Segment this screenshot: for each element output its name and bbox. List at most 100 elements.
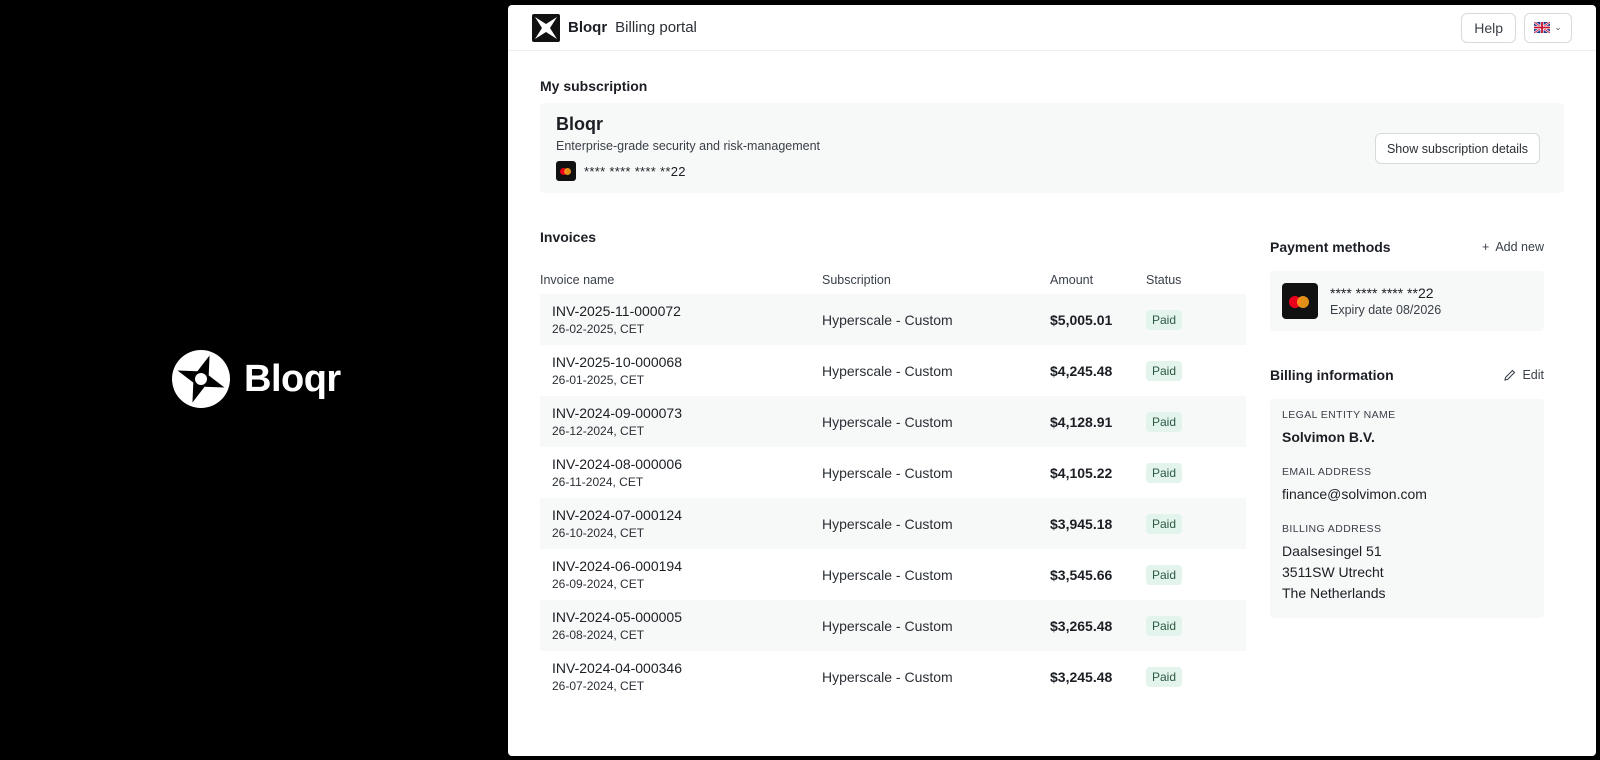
invoice-id[interactable]: INV-2025-11-000072 (552, 303, 822, 319)
invoice-subscription: Hyperscale - Custom (822, 311, 953, 328)
status-badge: Paid (1146, 411, 1183, 432)
email-address-value: finance@solvimon.com (1282, 486, 1427, 502)
column-header-subscription[interactable]: Subscription (822, 273, 1050, 287)
column-header-amount[interactable]: Amount (1050, 273, 1146, 287)
invoice-date: 26-07-2024, CET (552, 679, 645, 693)
billing-address-label: BILLING ADDRESS (1282, 523, 1382, 535)
invoice-id[interactable]: INV-2024-05-000005 (552, 609, 822, 625)
invoice-id[interactable]: INV-2024-06-000194 (552, 558, 822, 574)
invoice-id[interactable]: INV-2024-04-000346 (552, 660, 822, 676)
invoice-subscription: Hyperscale - Custom (822, 515, 953, 532)
invoice-date: 26-01-2025, CET (552, 373, 645, 387)
invoice-amount: $3,265.48 (1050, 617, 1113, 634)
table-row[interactable]: INV-2025-11-000072 26-02-2025, CET Hypers… (540, 294, 1246, 345)
invoice-amount: $4,128.91 (1050, 413, 1113, 430)
add-payment-method-button[interactable]: + Add new (1482, 240, 1544, 254)
status-badge: Paid (1146, 564, 1183, 585)
email-address-label: EMAIL ADDRESS (1282, 466, 1372, 478)
table-row[interactable]: INV-2024-07-000124 26-10-2024, CET Hypers… (540, 498, 1246, 549)
subscription-card-number: **** **** **** **22 (584, 163, 686, 179)
invoice-subscription: Hyperscale - Custom (822, 566, 953, 583)
payment-card-number: **** **** **** **22 (1330, 285, 1434, 301)
billing-information-heading: Billing information (1270, 367, 1394, 383)
invoice-id[interactable]: INV-2025-10-000068 (552, 354, 822, 370)
table-row[interactable]: INV-2024-04-000346 26-07-2024, CET Hypers… (540, 651, 1246, 702)
uk-flag-icon (1534, 22, 1551, 33)
subscription-product-name: Bloqr (556, 114, 603, 134)
invoice-date: 26-11-2024, CET (552, 475, 644, 489)
invoice-date: 26-02-2025, CET (552, 322, 645, 336)
billing-address-line: Daalsesingel 51 (1282, 543, 1382, 559)
invoice-subscription: Hyperscale - Custom (822, 413, 953, 430)
billing-information-card: LEGAL ENTITY NAME Solvimon B.V. EMAIL AD… (1270, 399, 1544, 618)
subscription-heading: My subscription (540, 78, 648, 94)
invoice-date: 26-12-2024, CET (552, 424, 645, 438)
legal-entity-label: LEGAL ENTITY NAME (1282, 409, 1396, 421)
invoice-id[interactable]: INV-2024-07-000124 (552, 507, 822, 523)
edit-billing-button[interactable]: Edit (1504, 368, 1544, 382)
invoice-date: 26-09-2024, CET (552, 577, 645, 591)
bloqr-logo-icon (172, 350, 230, 408)
subscription-card-info: **** **** **** **22 (556, 161, 1548, 181)
column-header-invoice-name[interactable]: Invoice name (540, 273, 822, 287)
invoice-amount: $3,945.18 (1050, 515, 1113, 532)
status-badge: Paid (1146, 513, 1183, 534)
edit-label: Edit (1522, 368, 1544, 382)
invoice-subscription: Hyperscale - Custom (822, 668, 953, 685)
status-badge: Paid (1146, 666, 1183, 687)
show-subscription-details-button[interactable]: Show subscription details (1374, 133, 1540, 164)
legal-entity-value: Solvimon B.V. (1282, 429, 1375, 445)
invoices-section: Invoices Invoice name Subscription Amoun… (540, 229, 1246, 702)
help-button[interactable]: Help (1461, 12, 1516, 43)
chevron-down-icon: ⌄ (1554, 22, 1562, 32)
billing-portal-window: Bloqr Billing portal Help ⌄ My subscript… (508, 5, 1596, 756)
app-section-title: Billing portal (615, 19, 697, 36)
column-header-status[interactable]: Status (1146, 273, 1246, 287)
hero-brand: Bloqr (172, 350, 341, 408)
mastercard-icon (1282, 283, 1318, 319)
payment-card-expiry: Expiry date 08/2026 (1330, 303, 1442, 317)
account-sidebar: Payment methods + Add new **** **** ****… (1270, 229, 1544, 702)
table-row[interactable]: INV-2024-08-000006 26-11-2024, CET Hypers… (540, 447, 1246, 498)
plus-icon: + (1482, 240, 1490, 254)
invoice-amount: $3,545.66 (1050, 566, 1113, 583)
add-new-label: Add new (1495, 240, 1544, 254)
mastercard-icon (556, 161, 576, 181)
main-content: My subscription Bloqr Enterprise-grade s… (508, 51, 1596, 702)
invoice-amount: $4,245.48 (1050, 362, 1113, 379)
invoice-amount: $4,105.22 (1050, 464, 1113, 481)
invoice-table-body: INV-2025-11-000072 26-02-2025, CET Hypers… (540, 294, 1246, 702)
status-badge: Paid (1146, 615, 1183, 636)
pencil-icon (1504, 369, 1516, 381)
table-row[interactable]: INV-2024-06-000194 26-09-2024, CET Hypers… (540, 549, 1246, 600)
payment-methods-heading: Payment methods (1270, 239, 1391, 255)
invoices-heading: Invoices (540, 229, 597, 245)
bloqr-logo-icon (532, 13, 560, 42)
language-selector[interactable]: ⌄ (1524, 12, 1572, 43)
hero-brand-name: Bloqr (244, 357, 341, 400)
invoice-id[interactable]: INV-2024-09-000073 (552, 405, 822, 421)
invoice-date: 26-10-2024, CET (552, 526, 645, 540)
status-badge: Paid (1146, 360, 1183, 381)
billing-information-header: Billing information Edit (1270, 357, 1544, 393)
invoice-table-header: Invoice name Subscription Amount Status (540, 265, 1246, 294)
status-badge: Paid (1146, 309, 1183, 330)
table-row[interactable]: INV-2025-10-000068 26-01-2025, CET Hypers… (540, 345, 1246, 396)
table-row[interactable]: INV-2024-09-000073 26-12-2024, CET Hypers… (540, 396, 1246, 447)
invoice-subscription: Hyperscale - Custom (822, 464, 953, 481)
table-row[interactable]: INV-2024-05-000005 26-08-2024, CET Hypers… (540, 600, 1246, 651)
billing-address-line: 3511SW Utrecht (1282, 564, 1384, 580)
invoice-id[interactable]: INV-2024-08-000006 (552, 456, 822, 472)
status-badge: Paid (1146, 462, 1183, 483)
payment-methods-header: Payment methods + Add new (1270, 229, 1544, 265)
invoice-subscription: Hyperscale - Custom (822, 362, 953, 379)
app-name: Bloqr (568, 19, 608, 36)
payment-method-card[interactable]: **** **** **** **22 Expiry date 08/2026 (1270, 271, 1544, 331)
invoice-amount: $5,005.01 (1050, 311, 1113, 328)
invoice-subscription: Hyperscale - Custom (822, 617, 953, 634)
invoice-date: 26-08-2024, CET (552, 628, 645, 642)
subscription-card: Bloqr Enterprise-grade security and risk… (540, 103, 1564, 193)
billing-address-line: The Netherlands (1282, 585, 1386, 601)
top-bar: Bloqr Billing portal Help ⌄ (508, 5, 1596, 51)
invoice-amount: $3,245.48 (1050, 668, 1113, 685)
